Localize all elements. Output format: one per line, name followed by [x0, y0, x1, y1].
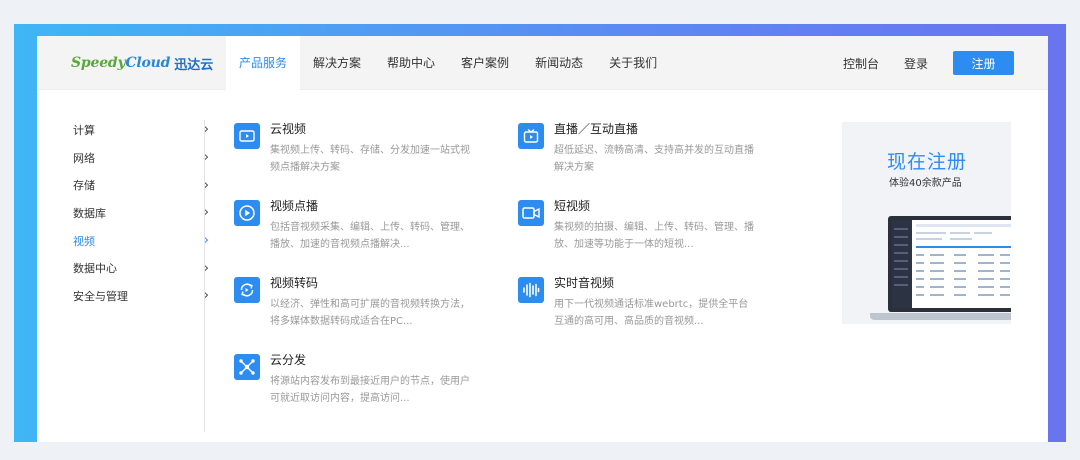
sidebar-item-label: 数据库: [73, 206, 106, 220]
product-short-video[interactable]: 短视频 集视频的拍摄、编辑、上传、转码、管理、播放、加速等功能于一体的短视...: [518, 197, 758, 261]
sidebar-item-database[interactable]: 数据库 ›: [73, 199, 213, 227]
product-title: 视频点播: [270, 199, 319, 213]
product-cdn[interactable]: 云分发 将源站内容发布到最接近用户的节点，使用户可就近取访问内容，提高访问...: [234, 351, 474, 415]
sidebar-item-label: 视频: [73, 234, 95, 248]
product-title: 云分发: [270, 353, 307, 367]
video-camera-icon: [234, 123, 260, 149]
distribution-icon: [234, 354, 260, 380]
sidebar-item-label: 安全与管理: [73, 289, 128, 303]
sidebar-item-label: 数据中心: [73, 262, 117, 276]
play-icon: [234, 200, 260, 226]
product-desc: 以经济、弹性和高可扩展的音视频转换方法，将多媒体数据转码成适合在PC...: [270, 299, 470, 327]
sidebar-item-label: 网络: [73, 151, 95, 165]
promo-title: 现在注册: [887, 151, 968, 173]
product-rtc[interactable]: 实时音视频 用下一代视频通话标准webrtc，提供全平台互通的高可用、高品质的音…: [518, 274, 758, 338]
nav-item-cases[interactable]: 客户案例: [448, 36, 522, 90]
product-title: 云视频: [270, 122, 307, 136]
header-actions: 控制台 登录 注册: [843, 36, 1014, 90]
sidebar-item-security[interactable]: 安全与管理 ›: [73, 282, 213, 310]
product-desc: 用下一代视频通话标准webrtc，提供全平台互通的高可用、高品质的音视频...: [554, 299, 749, 327]
nav-item-about[interactable]: 关于我们: [596, 36, 670, 90]
tv-icon: [518, 123, 544, 149]
product-desc: 集视频上传、转码、存储、分发加速一站式视频点播解决方案: [270, 145, 470, 173]
logo-text-cn: 迅达云: [174, 57, 214, 73]
product-desc: 集视频的拍摄、编辑、上传、转码、管理、播放、加速等功能于一体的短视...: [554, 222, 754, 250]
product-live-streaming[interactable]: 直播／互动直播 超低延迟、流畅高清、支持高并发的互动直播解决方案: [518, 120, 758, 184]
product-title: 实时音视频: [554, 276, 615, 290]
product-title: 直播／互动直播: [554, 122, 639, 136]
nav-item-solutions[interactable]: 解决方案: [300, 36, 374, 90]
sidebar-item-network[interactable]: 网络 ›: [73, 144, 213, 172]
login-link[interactable]: 登录: [904, 55, 928, 72]
sidebar-item-storage[interactable]: 存储 ›: [73, 171, 213, 199]
register-button[interactable]: 注册: [953, 51, 1014, 75]
product-desc: 超低延迟、流畅高清、支持高并发的互动直播解决方案: [554, 145, 754, 173]
register-promo-banner[interactable]: 现在注册 体验40余款产品: [842, 122, 1011, 324]
product-vod[interactable]: 视频点播 包括音视频采集、编辑、上传、转码、管理、播放、加速的音视频点播解决..…: [234, 197, 474, 261]
sidebar-item-label: 计算: [73, 123, 95, 137]
dropdown-panel: SpeedyCloud 迅达云 产品服务 解决方案 帮助中心 客户案例 新闻动态…: [37, 36, 1048, 442]
brand-logo[interactable]: SpeedyCloud 迅达云: [71, 53, 213, 73]
product-desc: 将源站内容发布到最接近用户的节点，使用户可就近取访问内容，提高访问...: [270, 376, 470, 404]
transcode-icon: [234, 277, 260, 303]
main-nav: 产品服务 解决方案 帮助中心 客户案例 新闻动态 关于我们: [226, 36, 670, 90]
console-link[interactable]: 控制台: [843, 55, 879, 72]
sidebar-item-compute[interactable]: 计算 ›: [73, 116, 213, 144]
product-title: 短视频: [554, 199, 591, 213]
nav-item-products[interactable]: 产品服务: [226, 36, 301, 90]
sidebar-divider: [204, 120, 205, 432]
logo-text-en: SpeedyCloud: [71, 55, 171, 71]
nav-item-news[interactable]: 新闻动态: [522, 36, 596, 90]
top-navbar: SpeedyCloud 迅达云 产品服务 解决方案 帮助中心 客户案例 新闻动态…: [37, 36, 1048, 90]
sidebar-item-video[interactable]: 视频 ›: [73, 227, 213, 255]
sidebar-item-label: 存储: [73, 179, 95, 193]
product-title: 视频转码: [270, 276, 319, 290]
camcorder-icon: [518, 200, 544, 226]
promo-subtitle: 体验40余款产品: [889, 178, 962, 189]
laptop-screenshot-image: [870, 216, 1011, 320]
category-sidebar: 计算 › 网络 › 存储 › 数据库 › 视频 › 数据中心 › 安全与管理 ›: [73, 116, 213, 310]
product-cloud-video[interactable]: 云视频 集视频上传、转码、存储、分发加速一站式视频点播解决方案: [234, 120, 474, 184]
product-desc: 包括音视频采集、编辑、上传、转码、管理、播放、加速的音视频点播解决...: [270, 222, 470, 250]
product-transcode[interactable]: 视频转码 以经济、弹性和高可扩展的音视频转换方法，将多媒体数据转码成适合在PC.…: [234, 274, 474, 338]
nav-item-help[interactable]: 帮助中心: [374, 36, 448, 90]
sidebar-item-datacenter[interactable]: 数据中心 ›: [73, 254, 213, 282]
audio-wave-icon: [518, 277, 544, 303]
